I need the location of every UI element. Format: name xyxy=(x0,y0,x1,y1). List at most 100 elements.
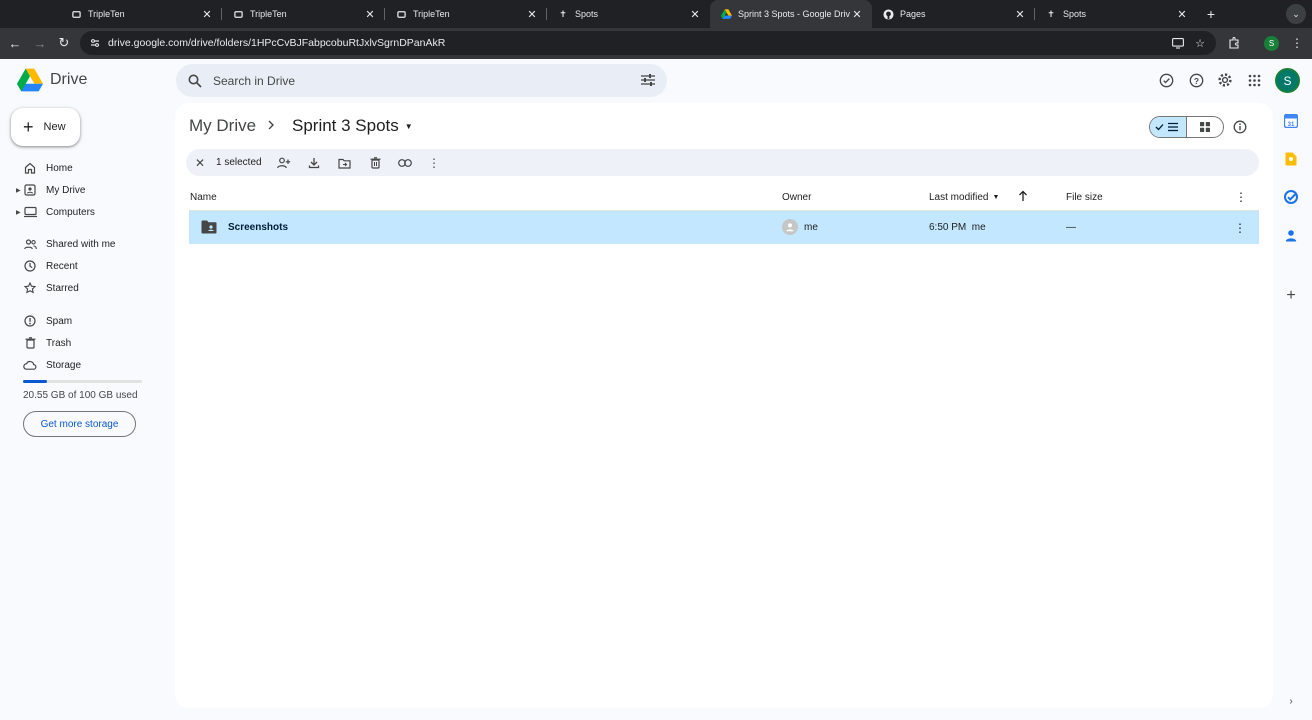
calendar-icon[interactable]: 31 xyxy=(1283,113,1299,129)
copy-link-icon[interactable] xyxy=(397,155,413,171)
help-icon[interactable]: ? xyxy=(1187,71,1205,89)
close-tab-icon[interactable]: ✕ xyxy=(525,7,539,21)
tab-title: TripleTen xyxy=(413,9,450,19)
browser-tab[interactable]: ✝ Spots ✕ xyxy=(1035,0,1197,28)
tab-search-button[interactable]: ⌄ xyxy=(1286,4,1306,24)
list-layout-icon xyxy=(1155,122,1178,132)
table-row[interactable]: Screenshots me 6:50 PM me — ⋮ xyxy=(189,211,1259,244)
download-icon[interactable] xyxy=(306,155,322,171)
browser-tab-active[interactable]: Sprint 3 Spots - Google Drive ✕ xyxy=(710,0,872,28)
keep-icon[interactable] xyxy=(1283,151,1299,167)
more-actions-icon[interactable]: ⋮ xyxy=(426,155,442,171)
tripleten-icon xyxy=(232,8,244,20)
breadcrumb-current-folder[interactable]: Sprint 3 Spots ▼ xyxy=(292,116,413,136)
spots-icon: ✝ xyxy=(1047,8,1055,19)
back-arrow-icon[interactable]: ← xyxy=(6,34,24,52)
sidebar-item-computers[interactable]: ▶ Computers xyxy=(0,202,170,222)
close-tab-icon[interactable]: ✕ xyxy=(1013,7,1027,21)
account-avatar[interactable]: S xyxy=(1275,68,1300,93)
column-header-label: Last modified xyxy=(929,192,989,203)
close-tab-icon[interactable]: ✕ xyxy=(363,7,377,21)
expand-caret-icon[interactable]: ▶ xyxy=(16,209,21,216)
search-input[interactable] xyxy=(213,73,613,88)
grid-layout-button[interactable] xyxy=(1187,117,1223,137)
delete-trash-icon[interactable] xyxy=(367,155,383,171)
close-tab-icon[interactable]: ✕ xyxy=(688,7,702,21)
reload-icon[interactable]: ↻ xyxy=(55,34,73,52)
home-icon xyxy=(23,161,37,175)
column-header-file-size[interactable]: File size xyxy=(1066,192,1103,203)
tab-title: Sprint 3 Spots - Google Drive xyxy=(738,9,850,19)
search-options-icon[interactable] xyxy=(639,71,657,89)
owner-avatar-icon xyxy=(782,219,798,235)
caret-down-icon: ▼ xyxy=(992,194,1000,201)
sort-direction-arrow-icon[interactable] xyxy=(1018,190,1028,205)
column-options-icon[interactable]: ⋮ xyxy=(1235,190,1247,204)
sidebar-item-spam[interactable]: Spam xyxy=(0,311,170,331)
main-content-panel xyxy=(175,103,1273,708)
browser-tab[interactable]: TripleTen ✕ xyxy=(60,0,222,28)
browser-tab[interactable]: ✝ Spots ✕ xyxy=(547,0,710,28)
grid-layout-icon xyxy=(1200,122,1210,132)
show-side-panel-chevron-icon[interactable]: › xyxy=(1284,694,1298,708)
move-to-folder-icon[interactable] xyxy=(336,155,352,171)
search-icon[interactable] xyxy=(186,72,204,90)
plus-icon: + xyxy=(23,117,34,137)
settings-gear-icon[interactable] xyxy=(1216,71,1234,89)
trash-icon xyxy=(23,336,37,350)
bookmark-star-icon[interactable]: ☆ xyxy=(1192,35,1208,51)
browser-menu-icon[interactable]: ⋮ xyxy=(1290,35,1304,51)
browser-tab[interactable]: TripleTen ✕ xyxy=(222,0,385,28)
browser-profile-avatar[interactable]: S xyxy=(1264,36,1279,51)
share-add-person-icon[interactable] xyxy=(276,155,292,171)
column-header-last-modified[interactable]: Last modified ▼ xyxy=(929,192,999,203)
forward-arrow-icon[interactable]: → xyxy=(31,34,49,52)
tasks-icon[interactable] xyxy=(1283,189,1299,205)
sidebar-item-shared-with-me[interactable]: Shared with me xyxy=(0,234,170,254)
sidebar-item-recent[interactable]: Recent xyxy=(0,256,170,276)
my-drive-icon xyxy=(23,183,37,197)
sidebar-item-label: Storage xyxy=(46,359,82,371)
close-tab-icon[interactable]: ✕ xyxy=(1175,7,1189,21)
file-owner: me xyxy=(804,222,818,233)
list-layout-button[interactable] xyxy=(1150,117,1187,137)
shared-folder-icon xyxy=(201,220,217,234)
close-tab-icon[interactable]: ✕ xyxy=(850,7,864,21)
apps-grid-icon[interactable] xyxy=(1245,71,1263,89)
row-more-actions-icon[interactable]: ⋮ xyxy=(1233,220,1247,236)
sidebar-item-starred[interactable]: Starred xyxy=(0,278,170,298)
new-tab-button[interactable]: + xyxy=(1201,4,1221,24)
install-app-icon[interactable] xyxy=(1170,35,1186,51)
column-header-name[interactable]: Name xyxy=(190,192,217,203)
info-icon[interactable] xyxy=(1232,119,1248,135)
computer-icon xyxy=(23,205,37,219)
get-add-ons-plus-icon[interactable]: + xyxy=(1283,287,1299,304)
sidebar-item-my-drive[interactable]: ▶ My Drive xyxy=(0,180,170,200)
close-tab-icon[interactable]: ✕ xyxy=(200,7,214,21)
browser-tab[interactable]: TripleTen ✕ xyxy=(385,0,547,28)
browser-tab[interactable]: Pages ✕ xyxy=(872,0,1035,28)
sidebar-item-label: Shared with me xyxy=(46,238,116,250)
tripleten-icon xyxy=(70,8,82,20)
site-settings-icon[interactable] xyxy=(88,36,102,50)
sidebar-item-label: Computers xyxy=(46,206,95,218)
clear-selection-icon[interactable]: ✕ xyxy=(192,155,208,171)
contacts-icon[interactable] xyxy=(1283,227,1299,243)
new-button[interactable]: + New xyxy=(11,108,80,146)
breadcrumb-my-drive[interactable]: My Drive xyxy=(189,116,256,136)
extensions-puzzle-icon[interactable] xyxy=(1226,35,1242,51)
offline-ready-icon[interactable] xyxy=(1157,71,1175,89)
star-icon xyxy=(23,281,37,295)
drive-logo[interactable]: Drive xyxy=(17,68,87,92)
sidebar-item-label: My Drive xyxy=(46,184,86,196)
expand-caret-icon[interactable]: ▶ xyxy=(16,187,21,194)
sidebar-item-storage[interactable]: Storage xyxy=(0,355,170,375)
layout-toggle xyxy=(1149,116,1224,138)
address-bar[interactable]: drive.google.com/drive/folders/1HPcCvBJF… xyxy=(80,31,1216,55)
sidebar-item-home[interactable]: Home xyxy=(0,158,170,178)
column-header-owner[interactable]: Owner xyxy=(782,192,811,203)
browser-toolbar: ← → ↻ drive.google.com/drive/folders/1HP… xyxy=(0,28,1312,59)
get-more-storage-button[interactable]: Get more storage xyxy=(23,411,136,437)
sidebar-item-trash[interactable]: Trash xyxy=(0,333,170,353)
file-size: — xyxy=(1066,222,1076,233)
